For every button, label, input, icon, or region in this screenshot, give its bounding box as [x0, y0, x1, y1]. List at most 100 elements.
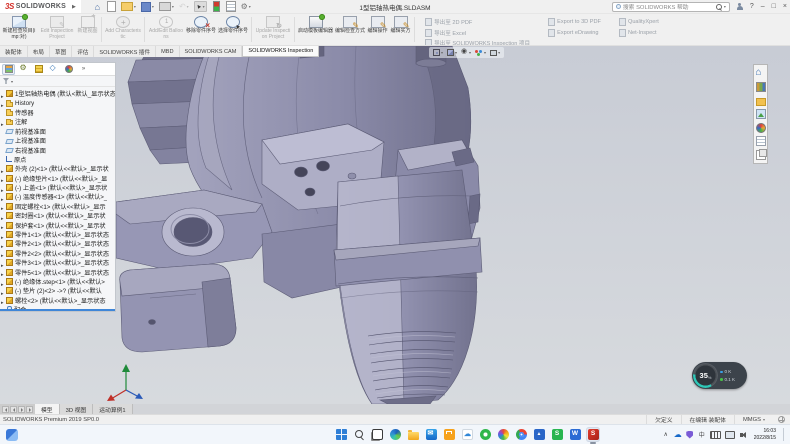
zoom-to-fit-icon[interactable] [433, 49, 443, 56]
tree-item[interactable]: 密封圈<1> (默认<<默认>_显示状 [1, 211, 115, 220]
filter-funnel-icon[interactable] [3, 78, 9, 84]
configurationmanager-tab[interactable] [32, 64, 45, 75]
tree-item[interactable]: 右视基准面 [1, 145, 115, 154]
tree-item[interactable]: 注解 [1, 117, 115, 126]
ribbon-button[interactable] [294, 17, 295, 42]
taskbar-wps-icon[interactable]: W [568, 427, 582, 442]
tree-item[interactable]: 零件2<1> (默认<<默认>_显示状态 [1, 239, 115, 248]
save-icon[interactable] [141, 1, 154, 12]
display-style-icon[interactable] [475, 49, 486, 56]
menu-flyout-icon[interactable]: ▶ [72, 4, 76, 10]
update-inspection-project-button[interactable]: Update Inspection Project [254, 14, 292, 45]
taskbar-clock[interactable]: 16:03 2022/8/15 [754, 428, 776, 441]
search-input[interactable]: 搜索 SOLIDWORKS 帮助 ▾ [612, 2, 730, 12]
tree-item[interactable]: (-) 上盖<1> (默认<<默认>_显示状 [1, 183, 115, 192]
featuremanager-tree-tab[interactable] [2, 64, 15, 75]
export-edrawing-button[interactable]: Export eDrawing [548, 29, 601, 37]
ribbon-button[interactable] [144, 17, 145, 42]
taskbar-search-button[interactable] [352, 427, 366, 442]
tree-item[interactable]: (-) 绝缘体.step<1> (默认<<默认> [1, 277, 115, 286]
taskbar-green-s-app-icon[interactable]: S [550, 427, 564, 442]
tree-item[interactable]: (-) 垫片 (2)<2> ->? (默认<<默认 [1, 286, 115, 295]
tab-assembly[interactable]: 装配体 [0, 46, 28, 57]
add-characteristic-button[interactable]: Add Characteristic [104, 14, 142, 45]
taskbar-file-explorer-icon[interactable] [406, 427, 420, 442]
minimize-button[interactable]: – [761, 3, 765, 10]
close-button[interactable]: × [783, 3, 787, 10]
tree-item[interactable]: 前视基准面 [1, 127, 115, 136]
net-inspect-button[interactable]: Net-Inspect [619, 29, 659, 37]
ribbon-button[interactable] [414, 17, 415, 42]
tree-item[interactable]: 原点 [1, 155, 115, 164]
ribbon-button[interactable] [101, 17, 102, 42]
home-icon[interactable] [93, 1, 102, 12]
taskbar-edge-icon[interactable] [388, 427, 402, 442]
remove-balloons-button[interactable]: 移除零件序号 [185, 14, 217, 45]
custom-properties-icon[interactable] [756, 136, 766, 146]
undo-icon[interactable] [179, 1, 189, 12]
tray-keyboard-icon[interactable] [710, 429, 721, 441]
search-icon[interactable] [716, 4, 722, 10]
taskbar-360-app-icon[interactable] [478, 427, 492, 442]
tab-sw-addins[interactable]: SOLIDWORKS 插件 [94, 46, 156, 57]
doc-tab-model[interactable]: 模型 [35, 404, 60, 414]
maximize-button[interactable]: □ [772, 3, 776, 10]
rebuild-icon[interactable] [212, 1, 221, 12]
file-explorer-icon[interactable] [756, 98, 766, 106]
export-3d-pdf-button[interactable]: Export to 3D PDF [548, 18, 601, 26]
show-desktop-button[interactable] [783, 428, 786, 441]
tree-item[interactable]: 传感器 [1, 108, 115, 117]
tree-item[interactable]: 螺栓<2> (默认<<默认>_显示状态 [1, 296, 115, 305]
taskbar-color-wheel-app-icon[interactable] [496, 427, 510, 442]
tab-scroll-last-icon[interactable] [26, 406, 33, 413]
tree-root-item[interactable]: 1型铝轴热电偶 (默认<默认_显示状态-1>) [1, 89, 115, 98]
tree-item[interactable]: 上视基准面 [1, 136, 115, 145]
solidworks-logo[interactable]: 3S SOLIDWORKS ▶ [0, 0, 81, 13]
print-icon[interactable] [159, 1, 174, 12]
dimxpertmanager-tab[interactable] [47, 64, 60, 75]
tab-scroll-left-icon[interactable] [10, 406, 17, 413]
tray-shield-icon[interactable] [686, 429, 694, 441]
tree-item[interactable]: 保护套<1> (默认<<默认>_显示状 [1, 220, 115, 229]
units-selector[interactable]: MMGS▾ [734, 415, 773, 424]
tree-item[interactable]: (-) 温度传感器<1> (默认<<默认>_ [1, 192, 115, 201]
file-properties-icon[interactable] [226, 1, 236, 12]
edit-plan-button[interactable]: 编辑实方 [389, 14, 412, 45]
tree-item[interactable]: 零件1<1> (默认<<默认>_显示状态 [1, 230, 115, 239]
taskbar-start-button[interactable] [334, 427, 348, 442]
filter-caret-icon[interactable]: ▾ [11, 79, 13, 84]
tab-scroll-right-icon[interactable] [18, 406, 25, 413]
cad-model-3d-view[interactable] [0, 46, 790, 404]
help-button[interactable]: ? [750, 3, 754, 10]
tray-device-icon[interactable] [725, 429, 735, 441]
tree-item[interactable]: 零件2<2> (默认<<默认>_显示状态 [1, 249, 115, 258]
export-2d-pdf-button[interactable]: 导出至 2D PDF [425, 18, 530, 26]
edit-operations-button[interactable]: 编辑操作 [366, 14, 389, 45]
taskbar-cad-app-icon[interactable] [532, 427, 546, 442]
tab-sw-cam[interactable]: SOLIDWORKS CAM [180, 46, 243, 57]
tray-onedrive-icon[interactable] [674, 429, 682, 441]
help-globe-icon[interactable] [778, 416, 785, 423]
view-orientation-icon[interactable] [447, 49, 457, 56]
tree-item[interactable]: (-) 绝缘垫片<1> (默认<<默认>_显 [1, 174, 115, 183]
appearances-icon[interactable] [756, 123, 766, 133]
tab-layout[interactable]: 布局 [28, 46, 50, 57]
select-balloons-button[interactable]: 选择零件序号 [217, 14, 249, 45]
tray-ime-indicator[interactable]: 中 [698, 429, 706, 441]
search-caret-icon[interactable]: ▾ [724, 4, 726, 9]
taskbar-mail-icon[interactable] [424, 427, 438, 442]
graphics-viewport[interactable]: 35 % 0 K 0.1 K [0, 46, 790, 404]
taskbar-solidworks-icon[interactable]: S [586, 427, 600, 442]
tab-sketch[interactable]: 草图 [50, 46, 72, 57]
select-arrow-icon[interactable] [194, 1, 207, 12]
launch-template-editor-button[interactable]: 启动模板编辑器 [297, 14, 334, 45]
taskbar-taskview-button[interactable] [370, 427, 384, 442]
open-document-icon[interactable] [121, 1, 136, 12]
tray-volume-icon[interactable] [739, 429, 747, 441]
taskbar-widgets-icon[interactable] [6, 429, 18, 441]
edit-inspection-method-button[interactable]: 编辑检查方式 [334, 14, 366, 45]
tray-chevron-icon[interactable]: ∧ [662, 429, 670, 441]
tab-evaluate[interactable]: 评估 [72, 46, 94, 57]
scene-settings-icon[interactable] [490, 49, 500, 56]
ribbon-button[interactable] [251, 17, 252, 42]
